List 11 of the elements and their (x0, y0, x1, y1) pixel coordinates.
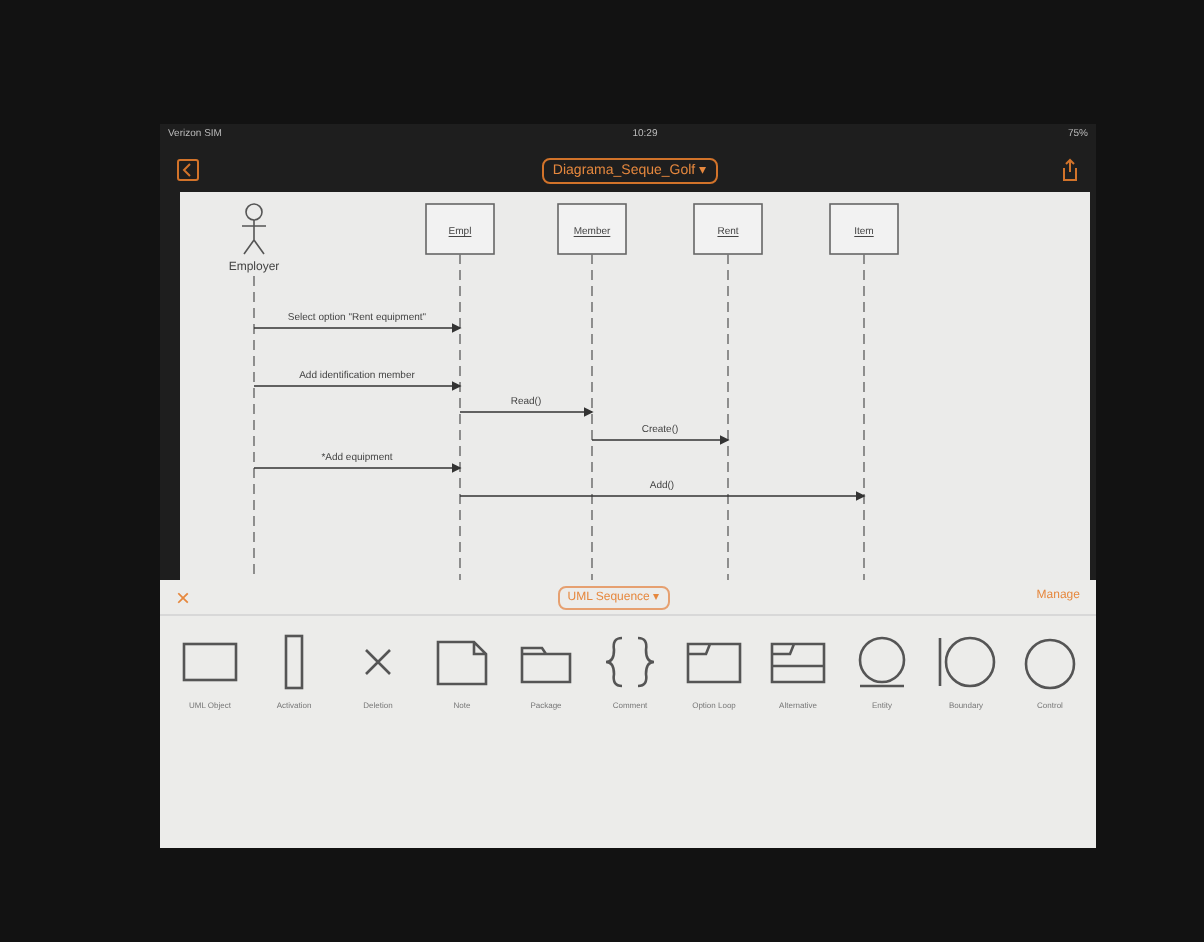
boundary-shape-icon (934, 632, 998, 692)
message-arrow (459, 407, 594, 417)
message-arrow (591, 435, 730, 445)
lifeline-box (829, 203, 899, 255)
close-button[interactable]: × (176, 585, 191, 609)
back-icon[interactable] (176, 158, 200, 182)
lifeline-box (425, 203, 495, 255)
actor-icon (241, 203, 267, 255)
lifeline-box (557, 203, 627, 255)
lifeline-box (693, 203, 763, 255)
share-icon[interactable] (1060, 158, 1080, 182)
